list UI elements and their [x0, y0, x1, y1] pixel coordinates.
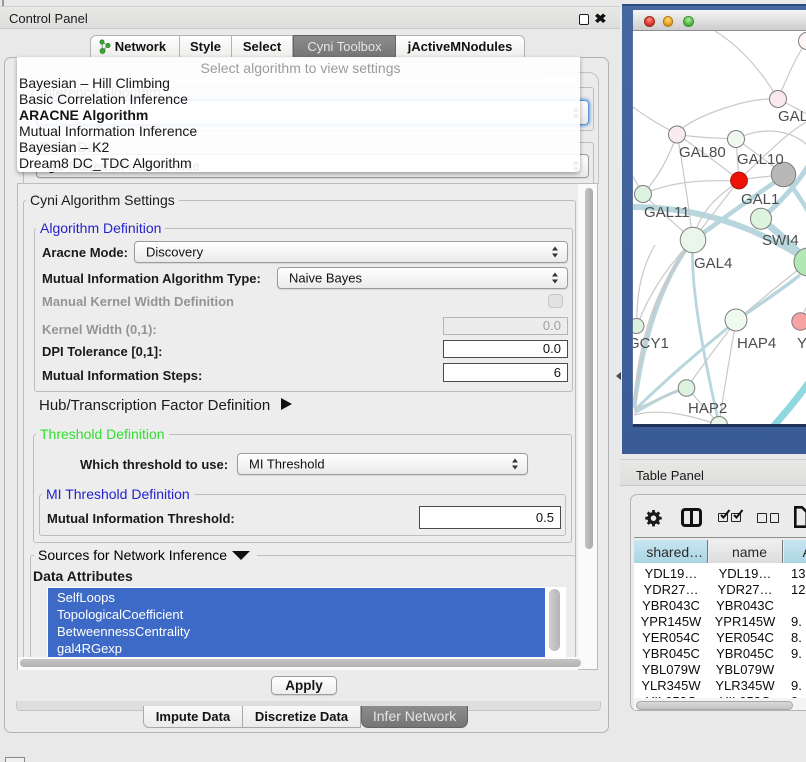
svg-text:YD: YD [797, 335, 806, 352]
svg-text:GAL4: GAL4 [694, 255, 732, 272]
svg-text:GAL1: GAL1 [741, 191, 779, 208]
svg-text:GAL80: GAL80 [679, 144, 726, 161]
svg-text:HAP2: HAP2 [688, 400, 727, 417]
svg-text:GAL7: GAL7 [778, 108, 806, 125]
svg-text:GAL10: GAL10 [737, 151, 784, 168]
svg-text:SWI4: SWI4 [762, 232, 799, 249]
svg-text:GCY1: GCY1 [633, 335, 669, 352]
svg-text:GAL11: GAL11 [644, 204, 690, 221]
svg-text:HAP4: HAP4 [737, 335, 776, 352]
